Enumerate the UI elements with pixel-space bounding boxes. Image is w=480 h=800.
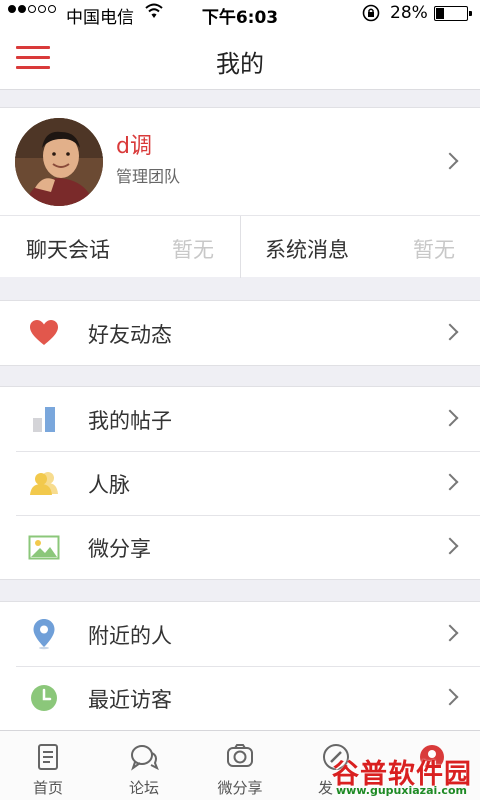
watermark-url: www.gupuxiazai.com: [336, 784, 467, 797]
menu-group-3: 附近的人 最近访客: [0, 601, 480, 731]
menu-group-2: 我的帖子 人脉 微分享: [0, 386, 480, 580]
chat-sessions-label: 聊天会话: [26, 238, 110, 262]
chevron-right-icon: [441, 409, 459, 427]
menu-item-label: 附近的人: [88, 624, 172, 648]
status-bar: 中国电信 下午6:03 28%: [0, 0, 480, 28]
menu-item-nearby-people[interactable]: 附近的人: [0, 602, 480, 666]
page-title: 我的: [216, 50, 264, 78]
nav-bar: 我的: [0, 28, 480, 90]
chat-bubbles-icon: [131, 745, 159, 771]
camera-frame-icon: [227, 744, 253, 767]
tab-label: 首页: [32, 779, 63, 797]
system-messages-value: 暂无: [413, 238, 455, 262]
chevron-right-icon: [441, 323, 459, 341]
system-messages-cell[interactable]: 系统消息 暂无: [241, 216, 480, 278]
menu-item-label: 好友动态: [88, 323, 172, 347]
chat-sessions-value: 暂无: [172, 238, 214, 262]
chevron-right-icon: [441, 688, 459, 706]
bar-chart-icon: [33, 407, 55, 432]
system-messages-label: 系统消息: [265, 238, 349, 262]
chevron-right-icon: [441, 473, 459, 491]
tab-label: 微分享: [217, 779, 263, 797]
profile-role: 管理团队: [116, 167, 181, 186]
menu-group-1: 好友动态: [0, 300, 480, 366]
avatar[interactable]: [15, 118, 103, 206]
tab-micro-share[interactable]: 微分享: [192, 731, 288, 800]
contacts-icon: [30, 472, 58, 495]
messages-row: 聊天会话 暂无 系统消息 暂无: [0, 215, 480, 278]
location-pin-icon: [33, 619, 55, 650]
menu-item-label: 微分享: [88, 537, 151, 561]
profile-card[interactable]: d调 管理团队: [0, 107, 480, 215]
menu-item-my-posts[interactable]: 我的帖子: [0, 387, 480, 451]
picture-icon: [28, 535, 60, 560]
chevron-right-icon: [441, 537, 459, 555]
tab-forum[interactable]: 论坛: [96, 731, 192, 800]
menu-item-label: 人脉: [88, 473, 130, 497]
menu-item-label: 最近访客: [88, 688, 172, 712]
rotation-lock-icon: [362, 4, 380, 22]
watermark-logo: 谷普软件园 www.gupuxiazai.com: [330, 752, 480, 800]
menu-item-recent-visitors[interactable]: 最近访客: [0, 666, 480, 730]
chevron-right-icon: [441, 624, 459, 642]
chevron-right-icon: [441, 152, 459, 170]
menu-item-contacts[interactable]: 人脉: [0, 451, 480, 515]
chat-sessions-cell[interactable]: 聊天会话 暂无: [0, 216, 240, 278]
clock-icon: [31, 685, 57, 711]
tab-home[interactable]: 首页: [0, 731, 96, 800]
document-icon: [38, 744, 58, 770]
menu-item-friend-feed[interactable]: 好友动态: [0, 301, 480, 365]
battery-icon: [434, 6, 472, 21]
menu-item-micro-share[interactable]: 微分享: [0, 515, 480, 579]
tab-label: 论坛: [128, 779, 159, 797]
menu-item-label: 我的帖子: [88, 409, 172, 433]
profile-name: d调: [116, 134, 152, 159]
heart-icon: [30, 320, 58, 345]
battery-percent: 28%: [390, 3, 428, 23]
